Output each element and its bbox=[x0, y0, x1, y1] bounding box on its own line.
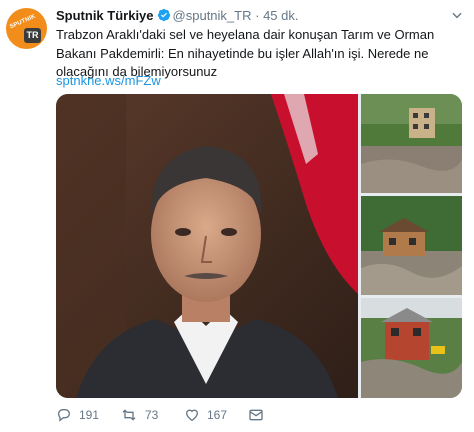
avatar-badge: TR bbox=[24, 28, 41, 43]
message-icon bbox=[249, 409, 263, 421]
tweet-link[interactable]: sptnkne.ws/mFZw bbox=[56, 73, 161, 88]
like-button[interactable]: 167 bbox=[184, 405, 227, 425]
verified-icon bbox=[157, 8, 170, 22]
chevron-down-icon[interactable] bbox=[450, 8, 464, 22]
like-icon bbox=[185, 409, 199, 422]
timestamp[interactable]: 45 dk. bbox=[263, 8, 298, 23]
retweet-button[interactable]: 73 bbox=[120, 405, 158, 425]
separator-dot: · bbox=[255, 8, 260, 23]
like-count: 167 bbox=[207, 408, 228, 422]
account-name[interactable]: Sputnik Türkiye bbox=[56, 8, 154, 23]
account-handle[interactable]: @sputnik_TR bbox=[173, 8, 252, 23]
media-grid bbox=[56, 94, 462, 398]
flood-photo-house[interactable] bbox=[361, 94, 462, 193]
portrait-photo[interactable] bbox=[56, 94, 358, 398]
flood-photo-debris[interactable] bbox=[361, 196, 462, 295]
retweet-icon bbox=[122, 409, 136, 421]
tweet-card: SPUTNIK TR Sputnik Türkiye @sputnik_TR · … bbox=[0, 0, 474, 432]
message-button[interactable] bbox=[248, 405, 264, 425]
retweet-count: 73 bbox=[145, 408, 159, 422]
flood-photo-red-house[interactable] bbox=[361, 298, 462, 398]
tweet-header: Sputnik Türkiye @sputnik_TR · 45 dk. bbox=[56, 8, 464, 26]
reply-icon bbox=[57, 409, 71, 422]
reply-count: 191 bbox=[79, 408, 100, 422]
reply-button[interactable]: 191 bbox=[56, 405, 99, 425]
avatar[interactable]: SPUTNIK TR bbox=[6, 8, 47, 49]
